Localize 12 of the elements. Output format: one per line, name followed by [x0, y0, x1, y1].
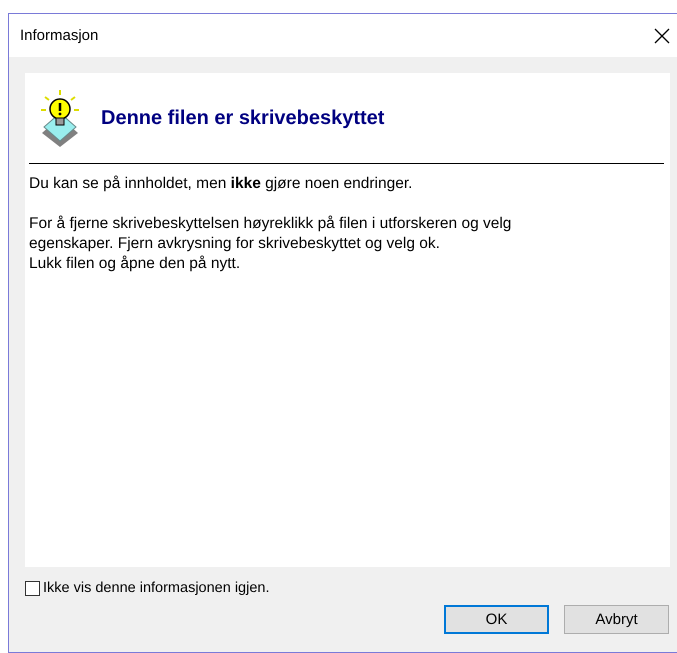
- message-text: Du kan se på innholdet, men ikke gjøre noen endringer.: [29, 174, 414, 194]
- dialog-button[interactable]: Avbryt: [564, 605, 669, 634]
- dialog-button[interactable]: OK: [444, 605, 549, 634]
- message-text: For å fjerne skrivebeskyttelsen høyreklikk på filen i utforskeren og velg: [29, 214, 512, 234]
- close-icon[interactable]: [654, 28, 670, 44]
- message-text: egenskaper. Fjern avkrysning for skrivebeskyttet og velg ok.: [29, 234, 441, 254]
- lightbulb-icon: [39, 89, 81, 147]
- message-text: Lukk filen og åpne den på nytt.: [29, 254, 242, 274]
- heading: Denne filen er skrivebeskyttet: [101, 106, 384, 130]
- window-title: Informasjon: [20, 27, 100, 44]
- checkbox[interactable]: [25, 580, 40, 596]
- checkbox-label: Ikke vis denne informasjonen igjen.: [43, 580, 270, 596]
